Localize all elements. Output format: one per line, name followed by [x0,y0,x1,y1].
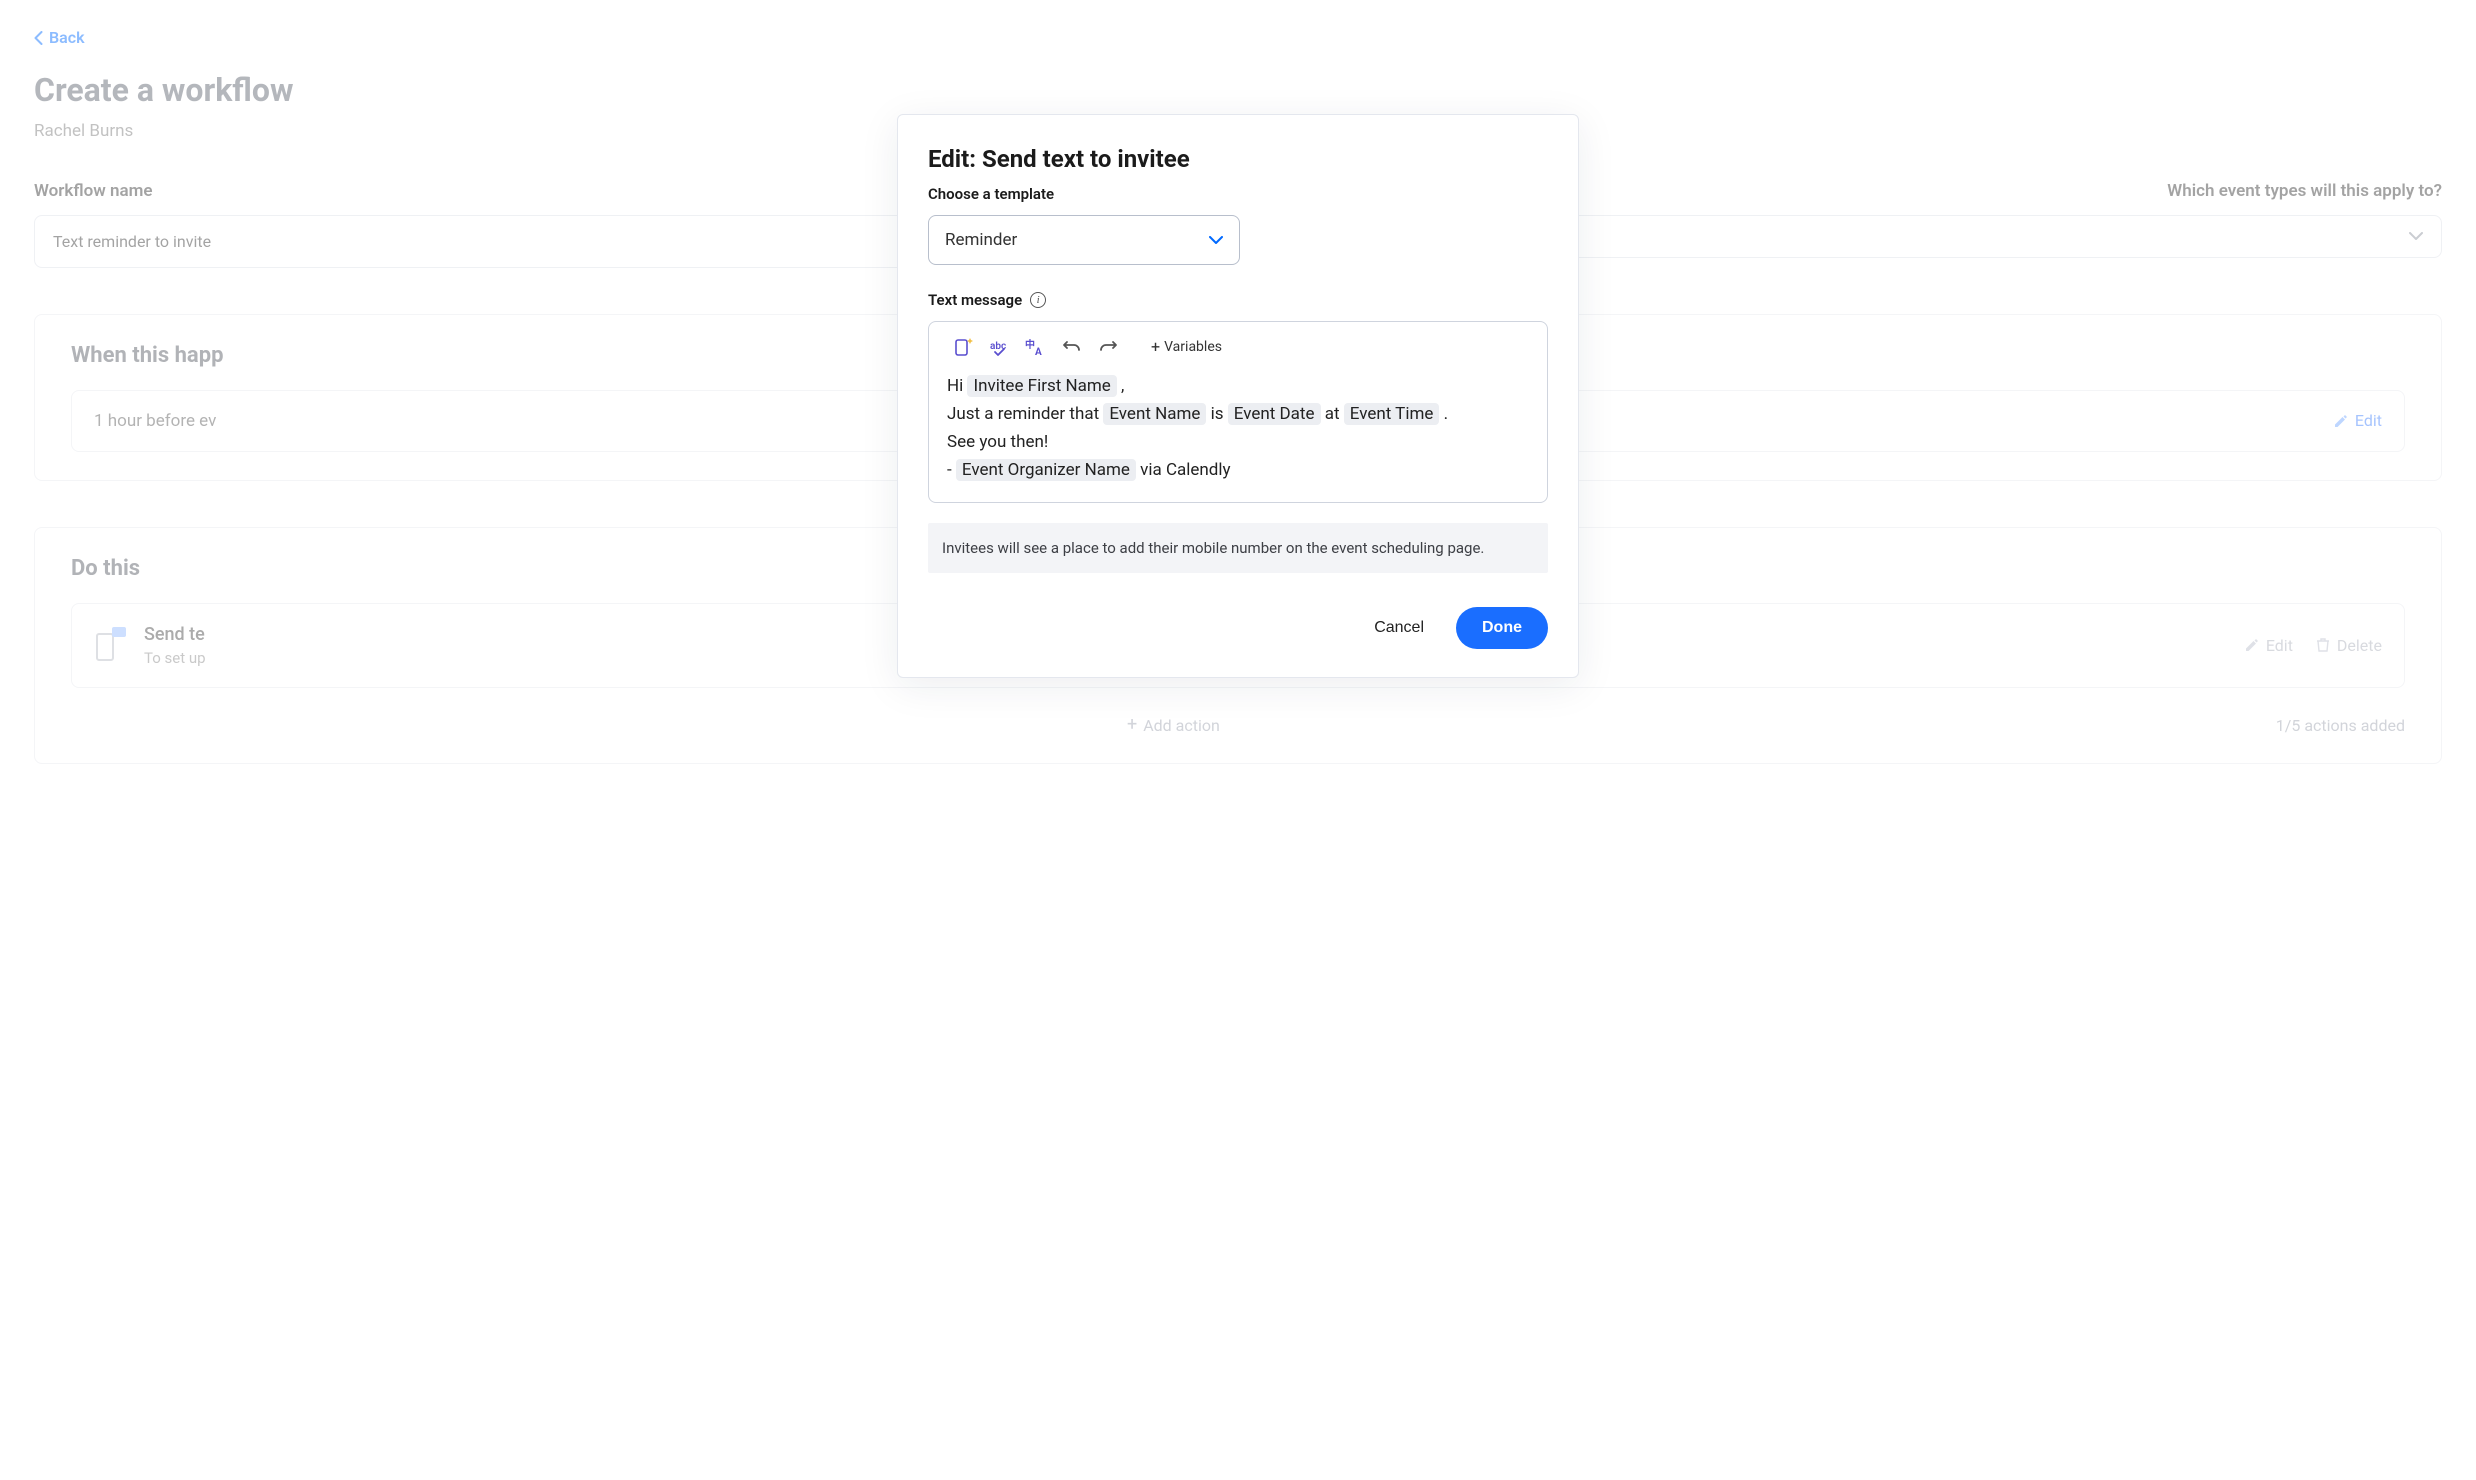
chevron-down-icon [1209,236,1223,245]
var-event-organizer[interactable]: Event Organizer Name [956,459,1136,481]
cancel-button[interactable]: Cancel [1368,609,1430,647]
choose-template-label: Choose a template [928,185,1548,203]
modal-hint: Invitees will see a place to add their m… [928,523,1548,573]
edit-text-modal: Edit: Send text to invitee Choose a temp… [897,114,1579,678]
undo-icon[interactable] [1061,336,1083,358]
message-line-3: See you then! [947,428,1529,456]
text-fragment: - [947,460,956,480]
text-fragment: . [1439,404,1448,424]
modal-title: Edit: Send text to invitee [928,145,1548,173]
message-line-1: Hi Invitee First Name , [947,372,1529,400]
svg-text:中: 中 [1025,338,1035,351]
variables-button[interactable]: + Variables [1151,339,1222,355]
editor-toolbar: abc 中A + Variables [947,334,1529,372]
text-fragment: is [1206,404,1227,424]
text-editor[interactable]: abc 中A + Variables Hi Invitee Fir [928,321,1548,503]
modal-overlay: Edit: Send text to invitee Choose a temp… [0,0,2476,1480]
svg-text:A: A [1035,347,1042,358]
variables-label: Variables [1164,339,1222,355]
plus-icon: + [1151,339,1160,355]
message-line-4: - Event Organizer Name via Calendly [947,456,1529,484]
text-fragment: Just a reminder that [947,404,1103,424]
text-message-label: Text message [928,291,1022,309]
var-event-time[interactable]: Event Time [1344,403,1440,425]
info-icon[interactable]: i [1030,292,1046,308]
translate-icon[interactable]: 中A [1025,336,1047,358]
redo-icon[interactable] [1097,336,1119,358]
var-event-name[interactable]: Event Name [1103,403,1206,425]
spellcheck-icon[interactable]: abc [989,336,1011,358]
text-fragment: at [1321,404,1344,424]
text-fragment: via Calendly [1136,460,1231,480]
modal-actions: Cancel Done [928,607,1548,649]
message-line-2: Just a reminder that Event Name is Event… [947,400,1529,428]
message-body[interactable]: Hi Invitee First Name , Just a reminder … [947,372,1529,484]
ai-sparkle-icon[interactable] [953,336,975,358]
text-fragment: Hi [947,376,967,396]
text-fragment: , [1117,376,1125,396]
template-select[interactable]: Reminder [928,215,1240,265]
var-invitee-first-name[interactable]: Invitee First Name [967,375,1116,397]
done-button[interactable]: Done [1456,607,1548,649]
var-event-date[interactable]: Event Date [1228,403,1321,425]
template-selected: Reminder [945,230,1017,250]
